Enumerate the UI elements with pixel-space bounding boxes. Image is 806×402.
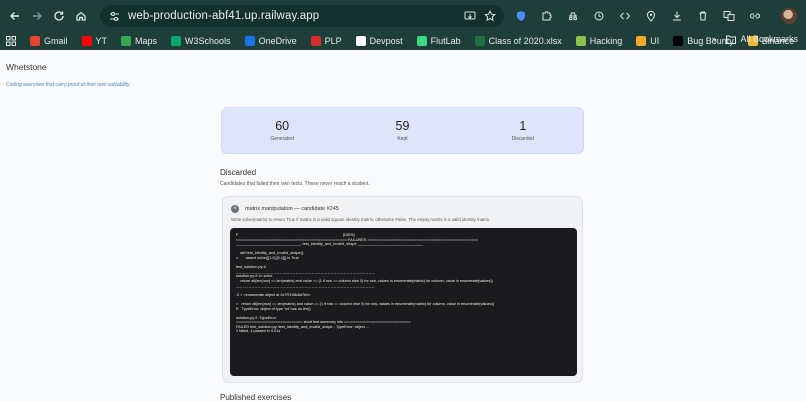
site-settings-icon[interactable]: [108, 10, 120, 22]
bookmark-class-of-2020[interactable]: Class of 2020.xlsx: [474, 36, 562, 46]
onedrive-icon: [244, 36, 255, 46]
folder-icon: [726, 35, 737, 44]
plp-icon: [310, 36, 321, 46]
more-bookmarks-chevron-icon[interactable]: »: [711, 34, 716, 44]
bookmark-devpost[interactable]: Devpost: [355, 36, 403, 46]
bookmark-star-icon[interactable]: [484, 9, 496, 27]
youtube-icon: [81, 36, 92, 46]
code-icon[interactable]: [614, 5, 636, 27]
card-title: matrix manipulation — candidate #245: [245, 206, 339, 212]
discarded-heading: Discarded: [220, 168, 257, 177]
stat-discarded: 1 Discarded: [511, 119, 535, 142]
w3schools-icon: [171, 36, 182, 46]
devpost-icon: [355, 36, 366, 46]
ui-icon: [636, 36, 647, 46]
extension-shield-icon[interactable]: [510, 5, 532, 27]
apps-grid-icon[interactable]: [6, 36, 16, 46]
bookmark-plp[interactable]: PLP: [310, 36, 342, 46]
brand-name[interactable]: Whetstone: [6, 62, 47, 72]
bookmarks-bar: Gmail YT Maps W3Schools OneDrive PLP Dev…: [0, 32, 806, 50]
hacking-icon: [575, 36, 586, 46]
bug-bounty-icon: [673, 36, 684, 46]
bookmark-gmail[interactable]: Gmail: [30, 36, 68, 46]
extensions-puzzle-icon[interactable]: [536, 5, 558, 27]
bookmark-yt[interactable]: YT: [81, 36, 107, 46]
incognito-icon[interactable]: [562, 5, 584, 27]
card-description: Write solve(matrix) to return True if ma…: [231, 217, 491, 222]
bookmark-maps[interactable]: Maps: [121, 36, 157, 46]
stats-panel: 60 Generated 59 Kept 1 Discarded: [221, 107, 584, 154]
forward-icon[interactable]: [26, 5, 48, 27]
bookmark-hacking[interactable]: Hacking: [575, 36, 622, 46]
reload-icon[interactable]: [48, 5, 70, 27]
tagline: Coding exercises that carry proof of the…: [6, 82, 130, 88]
discarded-subtitle: Candidates that failed their own tests. …: [220, 181, 370, 187]
home-icon[interactable]: [70, 5, 92, 27]
gmail-icon: [30, 36, 40, 46]
flutlab-icon: [416, 36, 427, 46]
discarded-candidate-card: × matrix manipulation — candidate #245 W…: [222, 196, 583, 383]
history-icon[interactable]: [588, 5, 610, 27]
translate-icon[interactable]: [718, 5, 740, 27]
all-bookmarks[interactable]: All Bookmarks: [726, 34, 798, 44]
page-content: Whetstone Coding exercises that carry pr…: [0, 50, 806, 402]
download-icon[interactable]: [666, 5, 688, 27]
profile-avatar[interactable]: [778, 5, 800, 27]
install-app-icon[interactable]: [464, 9, 476, 27]
back-icon[interactable]: [4, 5, 26, 27]
failed-x-icon: ×: [231, 205, 239, 213]
console-line: 1 failed, 1 passed in 0.01s: [236, 329, 281, 334]
location-pin-icon[interactable]: [640, 5, 662, 27]
stat-kept: 59 Kept: [395, 119, 410, 142]
bookmark-flutlab[interactable]: FlutLab: [416, 36, 461, 46]
card-header: × matrix manipulation — candidate #245: [231, 205, 339, 213]
test-output-console: F [100%] ================================…: [230, 228, 577, 376]
address-bar[interactable]: web-production-abf41.up.railway.app: [100, 5, 504, 27]
bookmark-onedrive[interactable]: OneDrive: [244, 36, 297, 46]
url-text: web-production-abf41.up.railway.app: [128, 10, 320, 22]
maps-icon: [121, 36, 132, 46]
bookmark-ui[interactable]: UI: [636, 36, 659, 46]
trash-icon[interactable]: [692, 5, 714, 27]
stat-generated: 60 Generated: [270, 119, 294, 142]
browser-toolbar: web-production-abf41.up.railway.app: [0, 0, 806, 32]
link-icon[interactable]: [744, 5, 766, 27]
bookmark-w3schools[interactable]: W3Schools: [171, 36, 231, 46]
excel-icon: [474, 36, 485, 46]
